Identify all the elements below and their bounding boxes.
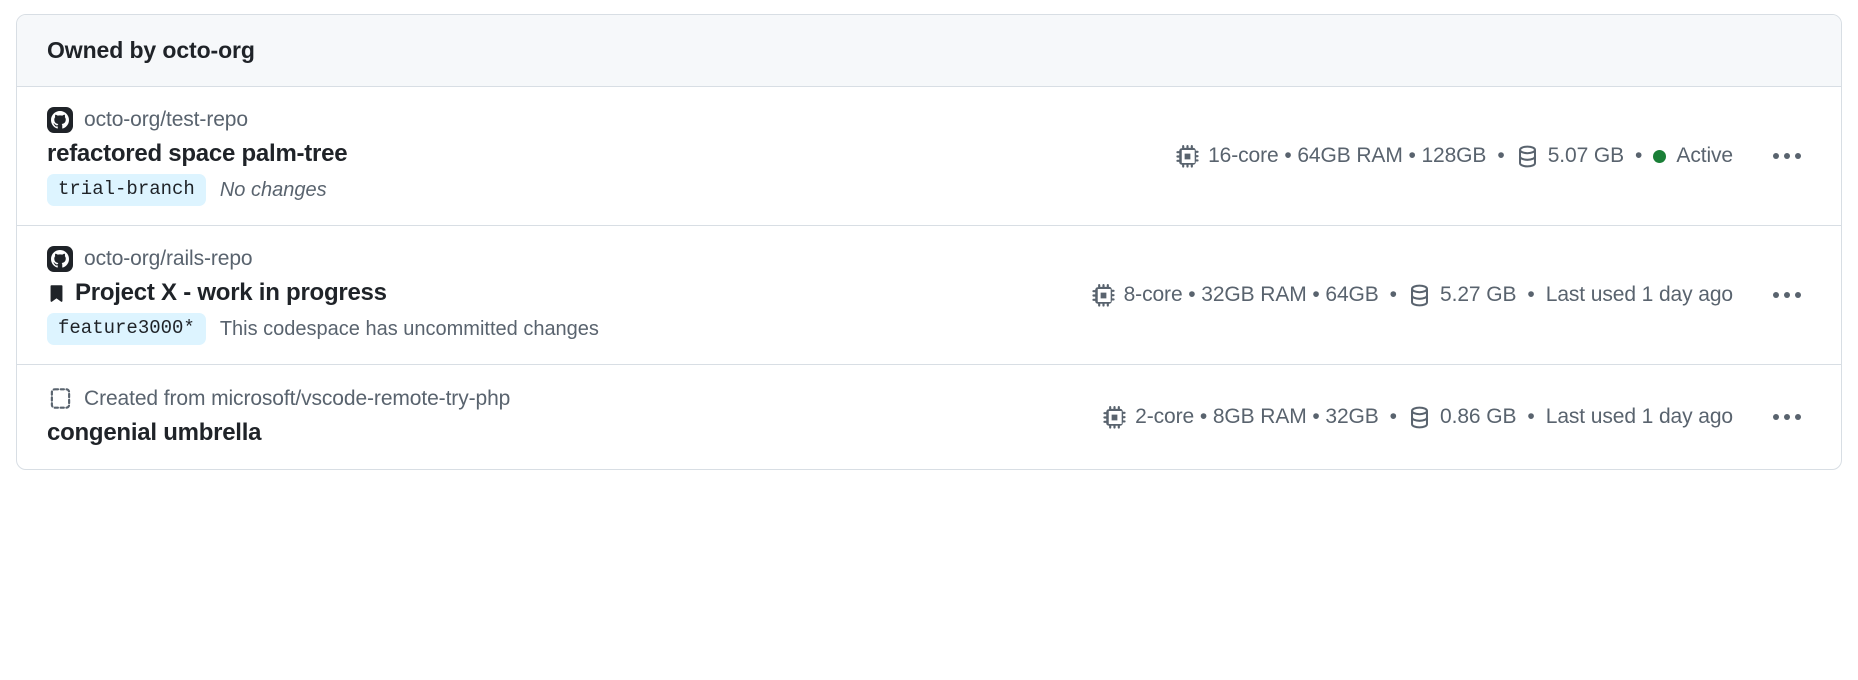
repo-name[interactable]: Created from microsoft/vscode-remote-try… [84,387,510,411]
meta-separator: • [1497,144,1505,167]
title-line: congenial umbrella [47,417,510,449]
storage-size: 0.86 GB [1440,405,1517,428]
status-badge: Active [1653,144,1733,168]
card-header-owner: Owned by octo-org [17,15,1841,87]
status-badge: Last used 1 day ago [1546,405,1733,429]
changes-status: This codespace has uncommitted changes [219,317,599,340]
cpu-icon [1103,405,1126,429]
github-mark-icon [47,107,73,133]
branch-badge: trial-branch [47,174,206,206]
codespaces-page: Owned by octo-org octo-org/test-repo ref… [0,0,1858,680]
status-text: Last used 1 day ago [1545,283,1733,306]
machine-spec: 8-core • 32GB RAM • 64GB [1091,283,1379,307]
pin-icon [47,284,66,303]
meta-separator: • [1389,283,1398,306]
storage-size: 5.07 GB [1547,144,1625,167]
machine-spec: 2-core • 8GB RAM • 32GB [1103,405,1379,429]
machine-spec-text: 2-core • 8GB RAM • 32GB [1135,405,1379,428]
github-mark-icon [47,246,73,272]
changes-status: No changes [219,178,327,201]
repo-name[interactable]: octo-org/rails-repo [84,247,253,271]
codespace-row[interactable]: octo-org/rails-repo Project X - work in … [17,226,1841,365]
machine-spec-text: 8-core • 32GB RAM • 64GB [1123,283,1379,306]
status-text: Last used 1 day ago [1545,405,1733,428]
repo-line: octo-org/test-repo [47,107,347,133]
database-icon [1516,145,1539,168]
status-badge: Last used 1 day ago [1546,283,1733,307]
meta-separator: • [1389,405,1398,428]
storage-spec: 5.27 GB [1408,283,1516,307]
status-dot-icon [1653,149,1667,163]
meta-separator: • [1527,405,1535,428]
codespace-title[interactable]: congenial umbrella [47,419,261,447]
database-icon [1408,284,1431,307]
repo-line: octo-org/rails-repo [47,246,599,272]
repo-template-icon [47,386,73,412]
database-icon [1408,406,1431,429]
codespace-meta: 8-core • 32GB RAM • 64GB • 5.27 GB • Las… [1091,283,1811,307]
codespace-meta: 16-core • 64GB RAM • 128GB • 5.07 GB • A… [1176,144,1811,168]
storage-spec: 0.86 GB [1408,405,1516,429]
codespace-title[interactable]: refactored space palm-tree [47,140,348,168]
storage-size: 5.27 GB [1440,283,1517,306]
meta-separator: • [1635,144,1643,167]
cpu-icon [1176,144,1199,168]
codespace-title[interactable]: Project X - work in progress [75,279,387,307]
title-line: refactored space palm-tree [47,138,348,170]
branch-line: trial-branch No changes [47,174,347,206]
branch-badge: feature3000* [47,313,206,345]
codespace-meta: 2-core • 8GB RAM • 32GB • 0.86 GB • Last… [1103,405,1811,429]
codespace-info: octo-org/test-repo refactored space palm… [47,107,348,206]
repo-name[interactable]: octo-org/test-repo [84,108,248,132]
machine-spec-text: 16-core • 64GB RAM • 128GB [1208,144,1487,167]
repo-line: Created from microsoft/vscode-remote-try… [47,386,510,412]
storage-spec: 5.07 GB [1516,144,1624,168]
codespace-row[interactable]: Created from microsoft/vscode-remote-try… [17,365,1841,469]
title-line: Project X - work in progress [47,277,599,309]
kebab-menu-icon[interactable] [1769,406,1805,428]
machine-spec: 16-core • 64GB RAM • 128GB [1176,144,1486,168]
kebab-menu-icon[interactable] [1769,284,1805,306]
meta-separator: • [1527,283,1535,306]
kebab-menu-icon[interactable] [1769,145,1805,167]
codespace-info: Created from microsoft/vscode-remote-try… [47,386,510,449]
codespace-info: octo-org/rails-repo Project X - work in … [47,246,599,345]
branch-line: feature3000* This codespace has uncommit… [47,313,599,345]
codespace-row[interactable]: octo-org/test-repo refactored space palm… [17,87,1841,226]
cpu-icon [1091,283,1115,307]
codespaces-card: Owned by octo-org octo-org/test-repo ref… [16,14,1842,470]
status-text: Active [1676,144,1733,167]
